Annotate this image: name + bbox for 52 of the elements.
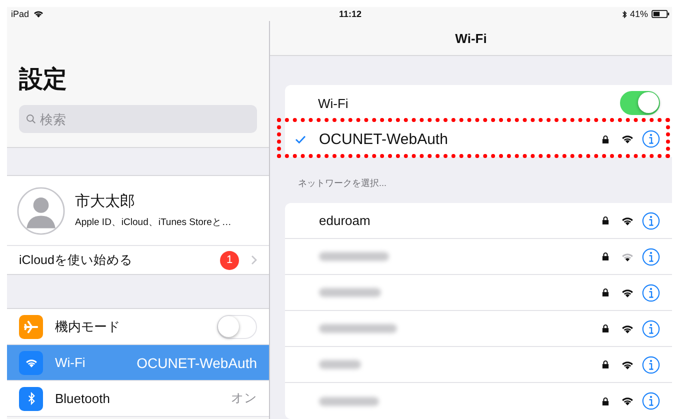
item-label: 機内モード	[55, 318, 120, 336]
lock-icon	[602, 288, 609, 297]
lock-icon	[602, 396, 609, 406]
lock-icon	[602, 324, 609, 333]
blurred-network-name	[319, 252, 389, 261]
lock-icon	[602, 134, 609, 144]
profile-row[interactable]: 市大太郎 Apple ID、iCloud、iTunes Storeと…	[7, 175, 269, 245]
info-icon[interactable]	[642, 212, 660, 230]
profile-name: 市大太郎	[75, 192, 136, 211]
lock-icon	[602, 252, 609, 261]
info-icon[interactable]	[642, 130, 660, 148]
device-name: iPad	[11, 9, 30, 19]
settings-item[interactable]: 機内モード	[7, 309, 269, 345]
settings-item[interactable]: Bluetooth オン	[7, 381, 269, 417]
wifi-toggle[interactable]	[620, 91, 660, 115]
search-field[interactable]: 検索	[19, 105, 257, 133]
info-icon[interactable]	[642, 320, 660, 338]
toggle-switch[interactable]	[217, 314, 257, 338]
info-icon[interactable]	[642, 356, 660, 374]
search-icon	[26, 114, 36, 124]
wifi-icon	[33, 10, 44, 18]
avatar-icon	[17, 186, 65, 234]
item-value: OCUNET-WebAuth	[136, 354, 257, 370]
info-icon[interactable]	[642, 392, 660, 410]
network-row[interactable]: eduroam	[285, 203, 672, 239]
wifi-label: Wi-Fi	[317, 96, 348, 110]
clock: 11:12	[339, 9, 362, 19]
icloud-label: iCloudを使い始める	[19, 252, 132, 268]
settings-title: 設定	[19, 65, 68, 95]
page-title: Wi-Fi	[455, 30, 487, 46]
item-label: Wi-Fi	[55, 355, 86, 370]
item-value: オン	[231, 390, 257, 407]
network-name: OCUNET-WebAuth	[319, 130, 448, 148]
item-label: Bluetooth	[55, 391, 110, 406]
notification-badge: 1	[220, 250, 239, 270]
blurred-network-name	[319, 288, 381, 297]
icloud-row[interactable]: iCloudを使い始める 1	[7, 245, 269, 274]
current-network-row[interactable]: OCUNET-WebAuth	[285, 121, 672, 157]
battery-icon	[651, 10, 670, 18]
profile-subtitle: Apple ID、iCloud、iTunes Storeと…	[75, 216, 232, 229]
blurred-network-name	[319, 396, 379, 406]
section-header: ネットワークを選択...	[297, 177, 388, 190]
blurred-network-name	[319, 360, 361, 369]
lock-icon	[602, 360, 609, 369]
battery-percent: 41%	[630, 9, 648, 19]
bluetooth-icon	[622, 10, 627, 18]
network-name: eduroam	[319, 213, 370, 228]
info-icon[interactable]	[642, 248, 660, 266]
info-icon[interactable]	[642, 284, 660, 302]
wifi-signal-icon	[621, 134, 634, 144]
lock-icon	[602, 216, 609, 225]
chevron-icon	[251, 255, 257, 265]
